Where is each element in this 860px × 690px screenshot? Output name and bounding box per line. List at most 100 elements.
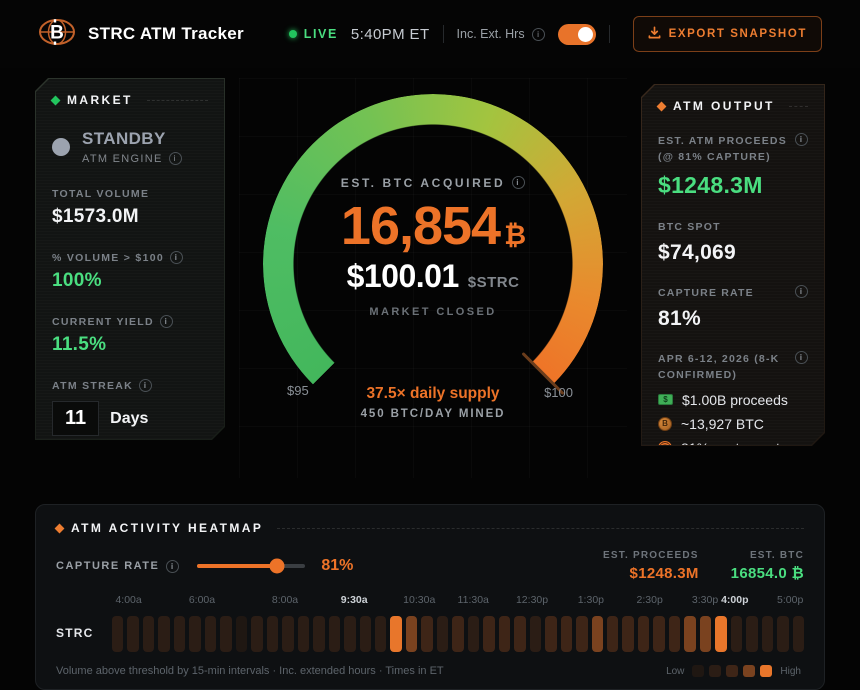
heatmap-cell[interactable]	[731, 616, 742, 652]
event-item-text: ~13,927 BTC	[681, 416, 764, 432]
heatmap-cell[interactable]	[592, 616, 603, 652]
info-icon[interactable]	[512, 176, 525, 189]
btc-globe-logo-icon: B	[38, 16, 76, 53]
heatmap-cell[interactable]	[437, 616, 448, 652]
est-proceeds-label: EST. PROCEEDS	[603, 550, 699, 561]
info-icon[interactable]	[139, 379, 152, 392]
info-icon[interactable]	[795, 133, 808, 146]
heatmap-cell[interactable]	[777, 616, 788, 652]
heatmap-cell[interactable]	[298, 616, 309, 652]
slider-thumb[interactable]	[270, 559, 285, 574]
heatmap-cell[interactable]	[607, 616, 618, 652]
capture-rate-block: CAPTURE RATE 81%	[658, 285, 808, 331]
info-icon[interactable]	[795, 285, 808, 298]
time-label: 9:30a	[341, 594, 368, 606]
heatmap-cell[interactable]	[112, 616, 123, 652]
market-panel-header: MARKET	[52, 93, 208, 107]
heatmap-cell[interactable]	[793, 616, 804, 652]
live-label: LIVE	[304, 27, 338, 41]
proceeds-label: EST. ATM PROCEEDS (@ 81% CAPTURE)	[658, 133, 789, 166]
info-icon[interactable]	[166, 560, 179, 573]
heatmap-cell[interactable]	[746, 616, 757, 652]
heatmap-cell[interactable]	[530, 616, 541, 652]
heatmap-cell[interactable]	[406, 616, 417, 652]
heatmap-cell[interactable]	[220, 616, 231, 652]
heatmap-cells-row	[112, 616, 804, 652]
info-icon[interactable]	[795, 351, 808, 364]
btc-spot-block: BTC SPOT $74,069	[658, 219, 808, 265]
heatmap-cell[interactable]	[267, 616, 278, 652]
info-icon[interactable]	[170, 251, 183, 264]
export-snapshot-button[interactable]: EXPORT SNAPSHOT	[633, 16, 822, 52]
heatmap-cell[interactable]	[189, 616, 200, 652]
metric-label: CURRENT YIELD	[52, 316, 154, 328]
heatmap-cell[interactable]	[499, 616, 510, 652]
live-dot-icon	[289, 30, 297, 38]
heatmap-cell[interactable]	[344, 616, 355, 652]
heatmap-cell[interactable]	[375, 616, 386, 652]
toggle-knob	[578, 27, 593, 42]
time-label: 12:30p	[516, 594, 548, 606]
heatmap-cell[interactable]	[360, 616, 371, 652]
heatmap-cell[interactable]	[561, 616, 572, 652]
divider	[443, 25, 444, 43]
export-snapshot-label: EXPORT SNAPSHOT	[669, 28, 807, 40]
standby-dot-icon	[52, 138, 70, 156]
heatmap-cell[interactable]	[622, 616, 633, 652]
atm-streak-label: ATM STREAK	[52, 380, 133, 392]
heatmap-cell[interactable]	[715, 616, 726, 652]
engine-status-value: STANDBY	[82, 129, 182, 149]
heatmap-cell[interactable]	[127, 616, 138, 652]
strc-ticker: $STRC	[468, 274, 520, 291]
market-metrics: TOTAL VOLUME$1573.0M% VOLUME > $100100%C…	[52, 188, 208, 356]
heatmap-cell[interactable]	[158, 616, 169, 652]
heatmap-cell[interactable]	[421, 616, 432, 652]
ext-hours-group: Inc. Ext. Hrs	[457, 27, 545, 41]
capture-rate-slider[interactable]	[197, 564, 305, 568]
info-icon[interactable]	[160, 315, 173, 328]
heatmap-cell[interactable]	[452, 616, 463, 652]
event-label: APR 6-12, 2026 (8-K CONFIRMED)	[658, 351, 789, 384]
heatmap-cell[interactable]	[313, 616, 324, 652]
heatmap-cell[interactable]	[762, 616, 773, 652]
info-icon[interactable]	[532, 28, 545, 41]
heatmap-cell[interactable]	[205, 616, 216, 652]
heatmap-cell[interactable]	[576, 616, 587, 652]
clock: 5:40PM ET	[351, 26, 430, 43]
top-bar-controls: LIVE 5:40PM ET Inc. Ext. Hrs EXPORT SNAP…	[289, 16, 822, 52]
heatmap-cell[interactable]	[251, 616, 262, 652]
heatmap-cell[interactable]	[483, 616, 494, 652]
heatmap-cell[interactable]	[700, 616, 711, 652]
heatmap-cell[interactable]	[282, 616, 293, 652]
heatmap-cell[interactable]	[468, 616, 479, 652]
atm-output-header: ATM OUTPUT	[658, 99, 808, 113]
ext-hours-toggle[interactable]	[558, 24, 596, 45]
heatmap-footer: Volume above threshold by 15-min interva…	[56, 665, 804, 677]
dashed-rule	[789, 106, 808, 107]
market-panel: MARKET STANDBY ATM ENGINE TOTAL VOLUME$1…	[35, 78, 225, 440]
daily-supply-callout: 37.5× daily supply 450 BTC/DAY MINED	[263, 385, 603, 420]
heatmap-row-label: STRC	[56, 594, 112, 652]
heatmap-cell[interactable]	[143, 616, 154, 652]
time-label: 1:30p	[578, 594, 604, 606]
legend-swatch	[692, 665, 704, 677]
heatmap-cell[interactable]	[684, 616, 695, 652]
heatmap-cell[interactable]	[638, 616, 649, 652]
info-icon[interactable]	[169, 152, 182, 165]
heatmap-cell[interactable]	[545, 616, 556, 652]
heatmap-cell[interactable]	[329, 616, 340, 652]
btc-acquired-label: EST. BTC ACQUIRED	[341, 176, 505, 190]
time-label: 8:00a	[272, 594, 298, 606]
metric-value: 11.5%	[52, 334, 208, 356]
dashed-rule	[277, 528, 804, 529]
heatmap-cell[interactable]	[174, 616, 185, 652]
heatmap-cell[interactable]	[514, 616, 525, 652]
heatmap-cell[interactable]	[236, 616, 247, 652]
heatmap-cell[interactable]	[390, 616, 401, 652]
heatmap-controls: CAPTURE RATE 81% EST. PROCEEDS $1248.3M …	[56, 550, 804, 582]
heatmap-cell[interactable]	[669, 616, 680, 652]
capture-rate-label: CAPTURE RATE	[658, 285, 789, 301]
live-status: LIVE	[289, 27, 338, 41]
heatmap-grid: STRC 4:00a6:00a8:00a9:30a10:30a11:30a12:…	[56, 594, 804, 652]
heatmap-cell[interactable]	[653, 616, 664, 652]
